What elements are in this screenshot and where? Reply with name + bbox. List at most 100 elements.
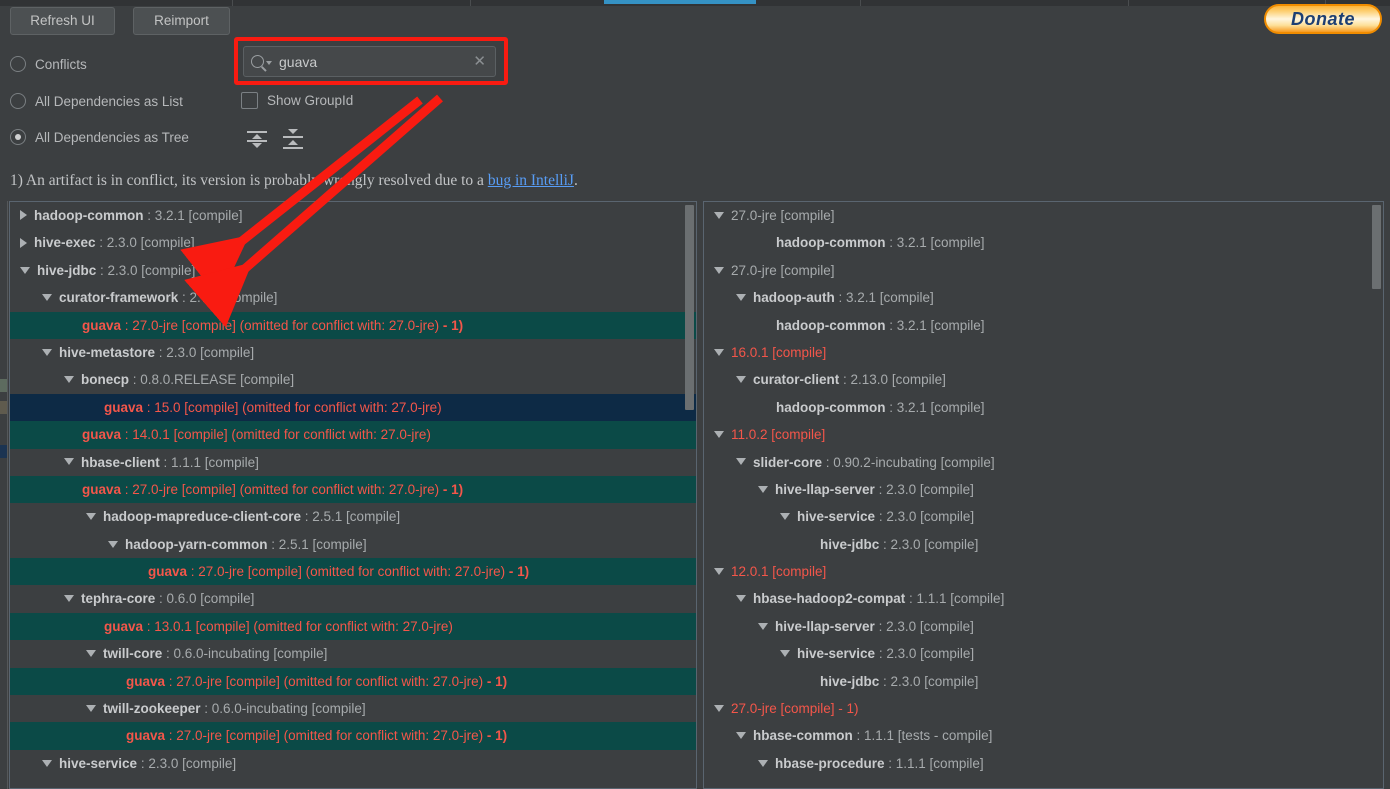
conflict-marker: - 1) (439, 317, 464, 333)
collapse-all-icon[interactable] (282, 128, 304, 149)
tree-row[interactable]: hbase-common : 1.1.1 [tests - compile] (704, 722, 1383, 749)
bug-in-intellij-link[interactable]: bug in IntelliJ (488, 172, 574, 189)
tab-active-indicator[interactable] (604, 0, 756, 4)
tree-row[interactable]: hive-jdbc : 2.3.0 [compile] (704, 668, 1383, 695)
chevron-down-icon[interactable] (64, 376, 74, 384)
dependency-tree-left[interactable]: hadoop-common : 3.2.1 [compile] hive-exec… (9, 201, 697, 789)
chevron-down-icon[interactable] (780, 650, 790, 658)
tree-row[interactable]: hadoop-common : 3.2.1 [compile] (704, 312, 1383, 339)
tree-row[interactable]: 27.0-jre [compile] (704, 202, 1383, 229)
tree-row[interactable]: hadoop-yarn-common : 2.5.1 [compile] (10, 531, 696, 558)
tree-row[interactable]: guava : 13.0.1 [compile] (omitted for co… (10, 612, 696, 641)
chevron-right-icon[interactable] (20, 210, 27, 221)
tree-row[interactable]: curator-client : 2.13.0 [compile] (704, 366, 1383, 393)
chevron-down-icon[interactable] (20, 266, 30, 274)
artifact-name: hadoop-yarn-common (125, 536, 268, 552)
chevron-right-icon[interactable] (20, 237, 27, 248)
tree-row[interactable]: guava : 27.0-jre [compile] (omitted for … (10, 558, 696, 586)
chevron-down-icon[interactable] (266, 61, 272, 65)
chevron-down-icon[interactable] (42, 759, 52, 767)
tree-row[interactable]: 27.0-jre [compile] - 1) (704, 695, 1383, 722)
chevron-down-icon[interactable] (108, 540, 118, 548)
radio-icon-selected[interactable] (10, 129, 26, 145)
tree-row[interactable]: hbase-client : 1.1.1 [compile] (10, 449, 696, 476)
donate-button[interactable]: Donate (1264, 4, 1382, 34)
chevron-down-icon[interactable] (736, 376, 746, 384)
chevron-down-icon[interactable] (86, 650, 96, 658)
show-groupid-checkbox[interactable]: Show GroupId (241, 92, 353, 109)
tree-row[interactable]: tephra-core : 0.6.0 [compile] (10, 585, 696, 612)
tree-row[interactable]: guava : 27.0-jre [compile] (omitted for … (10, 475, 696, 504)
chevron-down-icon[interactable] (714, 211, 724, 219)
radio-option-all-dependencies-as-tree[interactable]: All Dependencies as Tree (10, 129, 189, 145)
tree-row[interactable]: hive-llap-server : 2.3.0 [compile] (704, 476, 1383, 503)
tree-row[interactable]: guava : 27.0-jre [compile] (omitted for … (10, 311, 696, 339)
tree-row[interactable]: hive-exec : 2.3.0 [compile] (10, 229, 696, 256)
tree-row[interactable]: bonecp : 0.8.0.RELEASE [compile] (10, 366, 696, 393)
tree-row[interactable]: hbase-hadoop2-compat : 1.1.1 [compile] (704, 585, 1383, 612)
tree-row[interactable]: hive-jdbc : 2.3.0 [compile] (10, 257, 696, 284)
chevron-down-icon[interactable] (736, 294, 746, 302)
chevron-down-icon[interactable] (64, 458, 74, 466)
chevron-down-icon[interactable] (42, 348, 52, 356)
tree-row[interactable]: slider-core : 0.90.2-incubating [compile… (704, 449, 1383, 476)
tree-row[interactable]: hive-jdbc : 2.3.0 [compile] (704, 531, 1383, 558)
reimport-button[interactable]: Reimport (133, 7, 230, 35)
right-scrollbar-thumb[interactable] (1372, 205, 1381, 289)
radio-icon[interactable] (10, 56, 26, 72)
chevron-down-icon[interactable] (86, 704, 96, 712)
tree-row[interactable]: 16.0.1 [compile] (704, 339, 1383, 366)
chevron-down-icon[interactable] (86, 513, 96, 521)
tree-row[interactable]: hadoop-mapreduce-client-core : 2.5.1 [co… (10, 503, 696, 530)
artifact-name: hive-llap-server (775, 481, 875, 497)
tree-row[interactable]: hive-service : 2.3.0 [compile] (704, 640, 1383, 667)
tree-row[interactable]: 11.0.2 [compile] (704, 421, 1383, 448)
tree-row[interactable]: hive-service : 2.3.0 [compile] (704, 503, 1383, 530)
chevron-down-icon[interactable] (758, 485, 768, 493)
radio-option-conflicts[interactable]: Conflicts (10, 56, 87, 72)
tree-row[interactable]: hadoop-common : 3.2.1 [compile] (704, 229, 1383, 256)
tree-row[interactable]: guava : 27.0-jre [compile] (omitted for … (10, 722, 696, 750)
tree-row[interactable]: hadoop-common : 3.2.1 [compile] (704, 394, 1383, 421)
tree-row[interactable]: guava : 15.0 [compile] (omitted for conf… (10, 393, 696, 422)
chevron-down-icon[interactable] (736, 732, 746, 740)
left-scrollbar-thumb[interactable] (685, 205, 694, 410)
chevron-down-icon[interactable] (758, 622, 768, 630)
right-scrollbar[interactable] (1371, 203, 1382, 787)
tree-row[interactable]: 27.0-jre [compile] (704, 257, 1383, 284)
tab-separator (232, 0, 233, 6)
chevron-down-icon[interactable] (42, 294, 52, 302)
tree-row[interactable]: twill-zookeeper : 0.6.0-incubating [comp… (10, 695, 696, 722)
chevron-down-icon[interactable] (714, 431, 724, 439)
close-icon[interactable]: ✕ (473, 54, 488, 69)
radio-icon[interactable] (10, 93, 26, 109)
chevron-down-icon[interactable] (714, 704, 724, 712)
tree-row[interactable]: hadoop-common : 3.2.1 [compile] (10, 202, 696, 229)
chevron-down-icon[interactable] (64, 595, 74, 603)
tree-row[interactable]: hive-metastore : 2.3.0 [compile] (10, 339, 696, 366)
chevron-down-icon[interactable] (780, 513, 790, 521)
dependency-tree-right[interactable]: 27.0-jre [compile] hadoop-common : 3.2.1 … (703, 201, 1384, 789)
expand-all-icon[interactable] (246, 128, 268, 148)
tree-row[interactable]: curator-framework : 2.7.1 [compile] (10, 284, 696, 311)
chevron-down-icon[interactable] (714, 568, 724, 576)
chevron-down-icon[interactable] (758, 759, 768, 767)
checkbox-icon[interactable] (241, 92, 258, 109)
chevron-down-icon[interactable] (714, 348, 724, 356)
left-scrollbar[interactable] (684, 203, 695, 787)
radio-option-all-dependencies-as-list[interactable]: All Dependencies as List (10, 93, 183, 109)
chevron-down-icon[interactable] (714, 266, 724, 274)
tree-row[interactable]: hive-llap-server : 2.3.0 [compile] (704, 613, 1383, 640)
chevron-down-icon[interactable] (736, 595, 746, 603)
chevron-down-icon[interactable] (736, 458, 746, 466)
tree-row[interactable]: hbase-procedure : 1.1.1 [compile] (704, 750, 1383, 777)
refresh-ui-button[interactable]: Refresh UI (10, 7, 115, 35)
tree-row[interactable]: guava : 27.0-jre [compile] (omitted for … (10, 667, 696, 696)
tree-row[interactable]: guava : 14.0.1 [compile] (omitted for co… (10, 421, 696, 449)
tree-row[interactable]: hive-service : 2.3.0 [compile] (10, 750, 696, 777)
tree-row[interactable]: 12.0.1 [compile] (704, 558, 1383, 585)
tree-row[interactable]: twill-core : 0.6.0-incubating [compile] (10, 640, 696, 667)
tree-row[interactable]: hadoop-auth : 3.2.1 [compile] (704, 284, 1383, 311)
error-stripe-gutter[interactable] (0, 201, 8, 789)
search-input[interactable]: guava ✕ (243, 46, 496, 77)
